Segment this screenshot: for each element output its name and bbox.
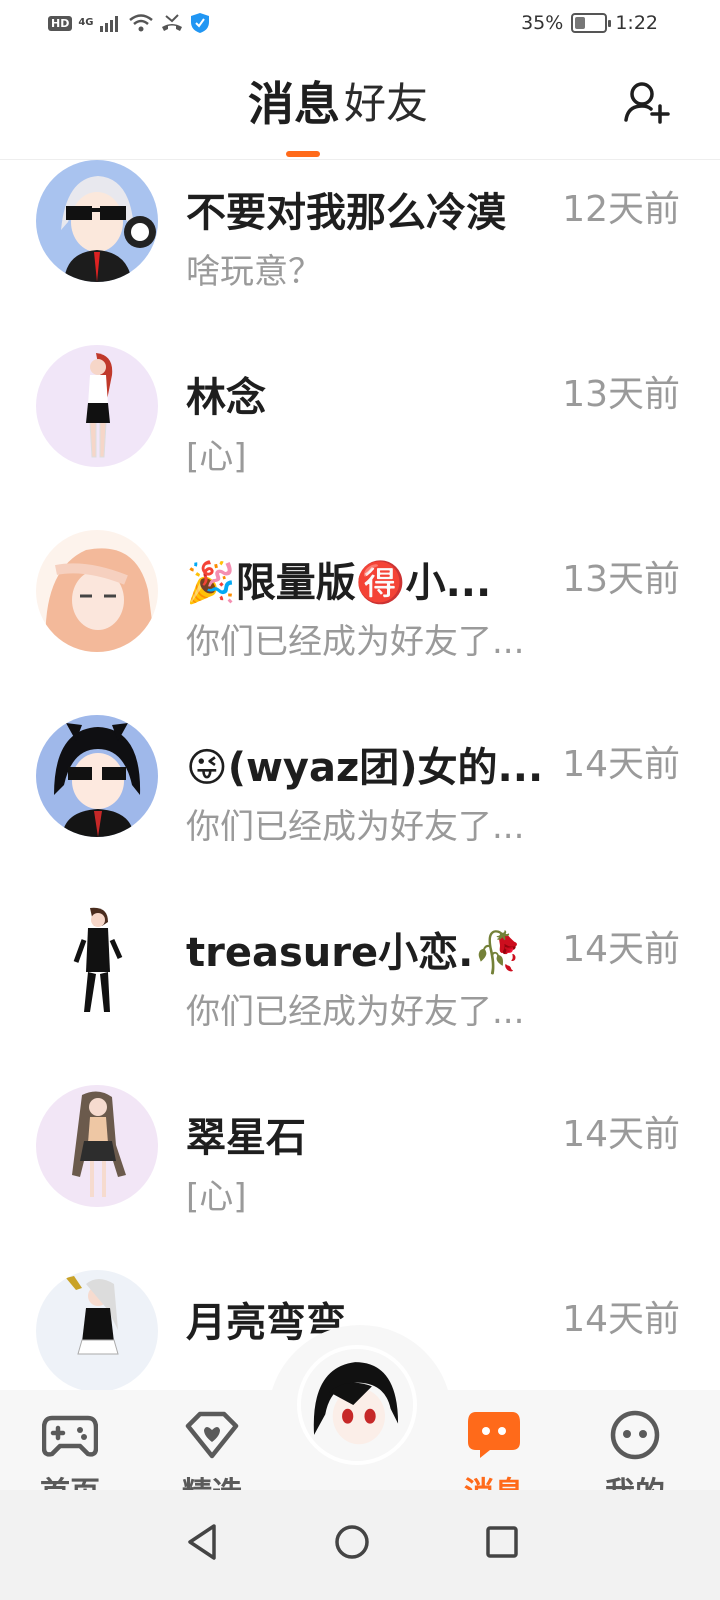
message-item[interactable]: 😜(wyaz团)女的... 14天前 你们已经成为好友了... <box>0 715 720 903</box>
add-user-icon[interactable] <box>622 78 670 126</box>
message-time: 13天前 <box>562 559 680 600</box>
chat-bubble-icon <box>468 1412 520 1458</box>
status-bar: HD 4G 35% 1:22 <box>0 0 720 50</box>
contact-name: 🎉限量版🉐小... <box>186 560 492 606</box>
missed-call-icon <box>161 14 182 31</box>
status-icons-right: 35% 1:22 <box>521 12 658 34</box>
message-preview: [心] <box>186 1177 247 1217</box>
smiley-face-icon <box>610 1410 660 1460</box>
battery-percent: 35% <box>521 12 564 34</box>
status-icons-left: HD 4G <box>48 12 210 34</box>
message-time: 13天前 <box>562 374 680 415</box>
message-preview: 你们已经成为好友了... <box>186 992 525 1032</box>
contact-name: 😜(wyaz团)女的... <box>186 745 544 791</box>
battery-level-fill <box>575 17 586 29</box>
recents-square-icon[interactable] <box>472 1512 532 1572</box>
header-tabs: 消息 好友 <box>248 78 428 130</box>
contact-name: 不要对我那么冷漠 <box>186 190 506 236</box>
message-list[interactable]: 不要对我那么冷漠 12天前 啥玩意？ 林念 13天前 [心] 🎉限量版🉐小...… <box>0 160 720 1390</box>
avatar <box>36 1270 158 1390</box>
message-item[interactable]: 不要对我那么冷漠 12天前 啥玩意？ <box>0 160 720 348</box>
heart-diamond-icon <box>185 1411 239 1459</box>
message-time: 14天前 <box>562 1114 680 1155</box>
app-header: 消息 好友 <box>0 50 720 160</box>
center-avatar-button[interactable] <box>297 1345 417 1465</box>
tab-friends[interactable]: 好友 <box>344 78 428 130</box>
message-time: 14天前 <box>562 929 680 970</box>
network-type: 4G <box>78 17 94 28</box>
home-circle-icon[interactable] <box>322 1512 382 1572</box>
avatar <box>36 160 158 282</box>
contact-name: treasure小恋.🥀 <box>186 930 524 976</box>
gamepad-icon <box>42 1415 98 1457</box>
message-item[interactable]: 林念 13天前 [心] <box>0 345 720 533</box>
avatar <box>36 900 158 1022</box>
contact-name: 翠星石 <box>186 1115 306 1161</box>
active-tab-indicator <box>286 151 320 157</box>
message-preview: 你们已经成为好友了... <box>186 622 525 662</box>
message-time: 14天前 <box>562 744 680 785</box>
shield-icon <box>190 13 209 33</box>
message-time: 12天前 <box>562 189 680 230</box>
avatar <box>36 715 158 837</box>
message-item[interactable]: 🎉限量版🉐小... 13天前 你们已经成为好友了... <box>0 530 720 718</box>
battery-icon <box>571 13 612 33</box>
message-preview: 你们已经成为好友了... <box>186 807 525 847</box>
message-preview: 啥玩意？ <box>186 252 322 292</box>
message-item[interactable]: 翠星石 14天前 [心] <box>0 1085 720 1273</box>
message-time: 14天前 <box>562 1299 680 1340</box>
clock: 1:22 <box>615 12 658 34</box>
message-preview: [心] <box>186 437 247 477</box>
hd-badge: HD <box>48 15 73 31</box>
back-icon[interactable] <box>172 1512 232 1572</box>
wifi-icon <box>128 14 153 32</box>
avatar <box>36 345 158 467</box>
contact-name: 林念 <box>186 375 266 421</box>
tab-messages[interactable]: 消息 <box>248 78 340 130</box>
avatar <box>36 1085 158 1207</box>
avatar <box>36 530 158 652</box>
system-nav-bar <box>0 1490 720 1600</box>
signal-icon <box>99 16 118 32</box>
message-item[interactable]: treasure小恋.🥀 14天前 你们已经成为好友了... <box>0 900 720 1088</box>
